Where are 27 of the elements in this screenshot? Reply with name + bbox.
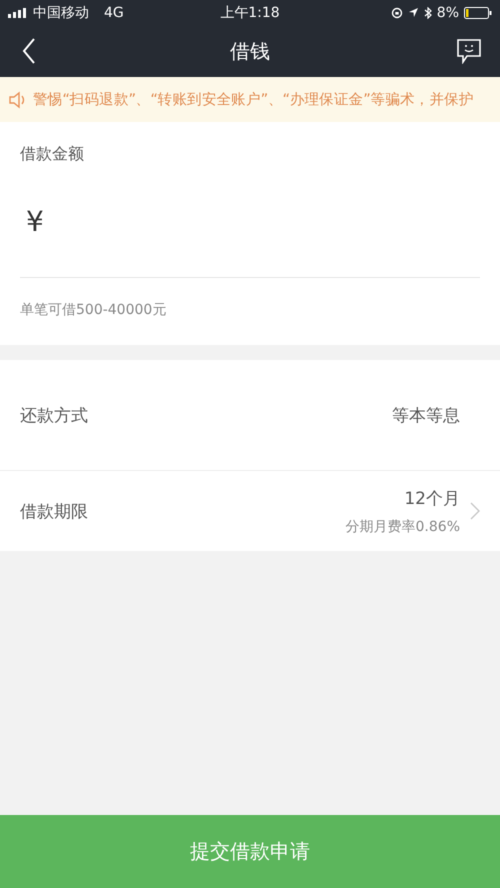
speaker-icon bbox=[9, 90, 27, 108]
back-button[interactable] bbox=[22, 38, 36, 64]
page-title: 借钱 bbox=[230, 38, 270, 64]
bluetooth-icon bbox=[424, 6, 432, 18]
network-type: 4G bbox=[104, 4, 124, 20]
battery-icon bbox=[464, 6, 492, 18]
chat-smiley-icon bbox=[456, 38, 482, 64]
signal-icon bbox=[8, 8, 28, 18]
back-icon bbox=[22, 38, 36, 64]
feedback-button[interactable] bbox=[456, 38, 482, 64]
carrier-name: 中国移动 bbox=[33, 4, 89, 22]
battery-percent: 8% bbox=[436, 4, 459, 20]
option-label: 借款期限 bbox=[20, 500, 89, 522]
option-row[interactable]: 还款方式 等本等息 bbox=[0, 360, 500, 470]
option-note: 分期月费率0.86% bbox=[346, 518, 460, 536]
rotation-lock-icon bbox=[390, 6, 403, 18]
currency-symbol: ¥ bbox=[26, 204, 44, 238]
location-icon bbox=[408, 7, 419, 18]
option-row[interactable]: 借款期限 12个月 分期月费率0.86% bbox=[0, 470, 500, 551]
amount-hint: 单笔可借500-40000元 bbox=[20, 301, 168, 319]
option-value: 12个月 bbox=[404, 488, 460, 510]
option-value: 等本等息 bbox=[392, 404, 460, 426]
amount-label: 借款金额 bbox=[20, 144, 85, 165]
amount-input-field[interactable]: ¥ bbox=[20, 165, 480, 278]
fraud-warning-text: 警惕“扫码退款”、“转账到安全账户”、“办理保证金”等骗术，并保护 bbox=[33, 90, 474, 109]
clock-time: 上午1:18 bbox=[220, 4, 280, 22]
option-label: 还款方式 bbox=[20, 404, 89, 426]
